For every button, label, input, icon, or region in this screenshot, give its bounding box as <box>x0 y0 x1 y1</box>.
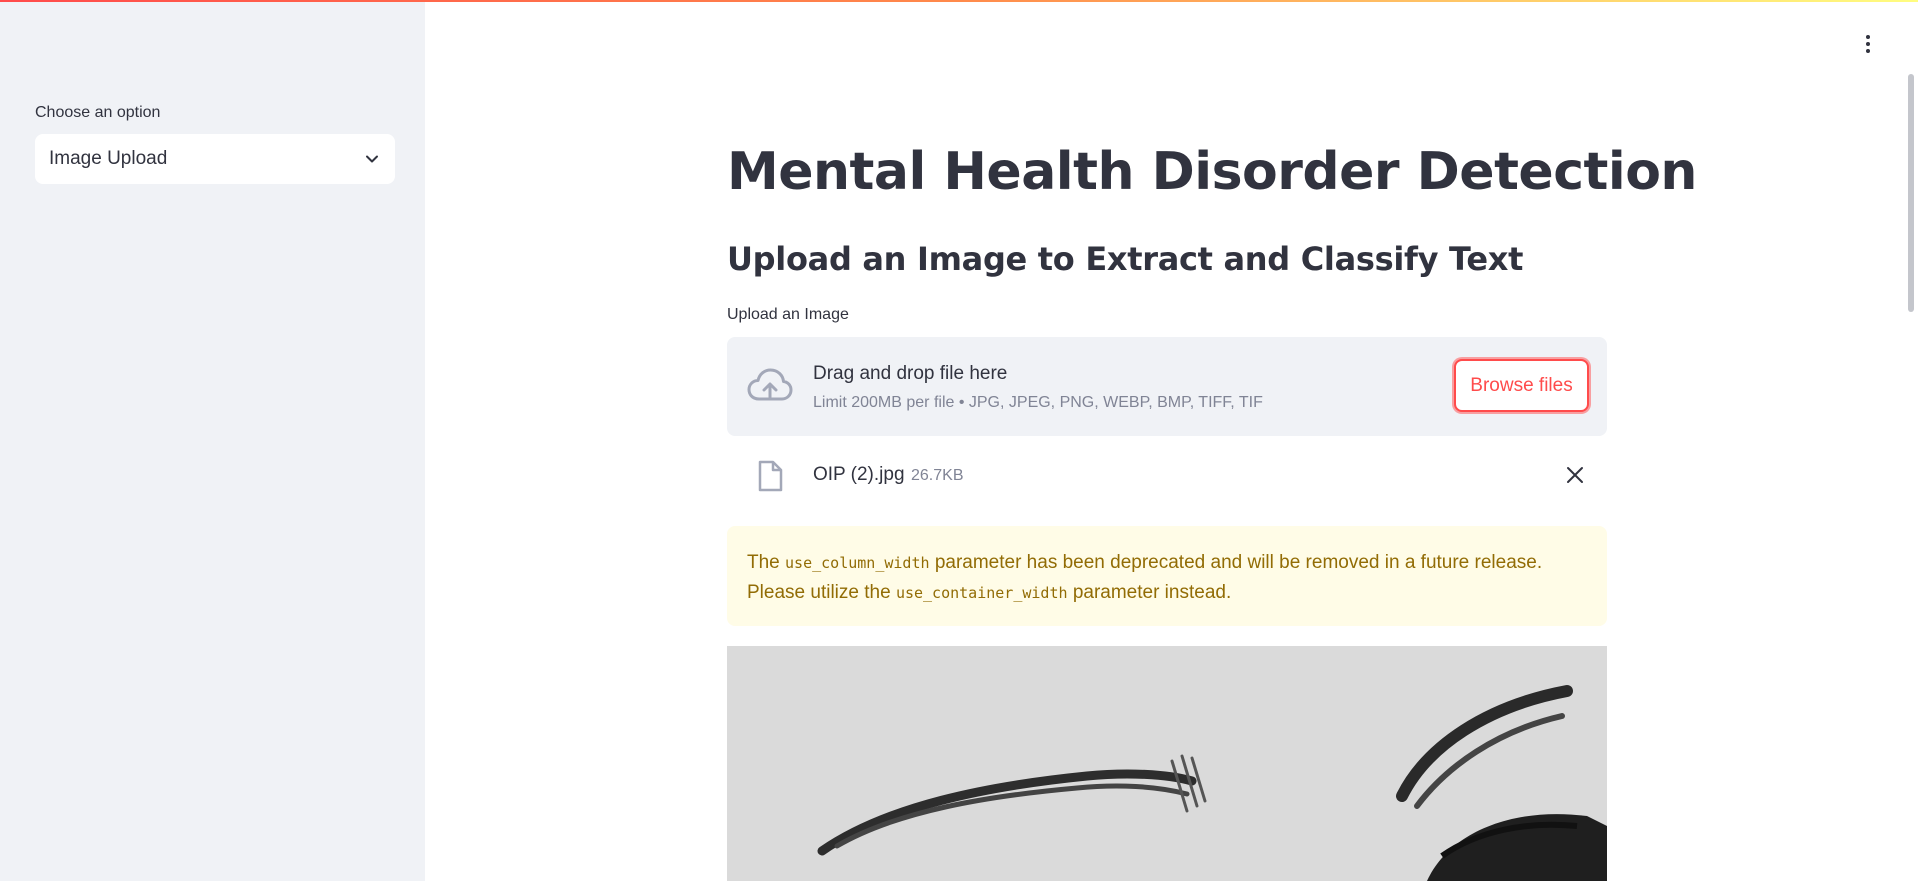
scrollbar[interactable] <box>1908 74 1914 312</box>
option-select[interactable]: Image Upload <box>35 134 395 184</box>
uploaded-image <box>727 646 1607 881</box>
close-icon[interactable] <box>1563 463 1587 487</box>
select-label: Choose an option <box>35 104 161 121</box>
kebab-menu-icon[interactable] <box>1856 30 1880 58</box>
sidebar: Choose an option Image Upload <box>0 0 425 881</box>
warning-code-1: use_column_width <box>785 554 930 572</box>
warning-text-3: parameter instead. <box>1072 582 1232 603</box>
file-icon <box>757 460 783 492</box>
warning-code-2: use_container_width <box>895 584 1068 602</box>
uploader-label: Upload an Image <box>727 306 849 323</box>
header-decoration-bar <box>0 0 1918 2</box>
dropzone-limit: Limit 200MB per file • JPG, JPEG, PNG, W… <box>813 394 1263 411</box>
select-value: Image Upload <box>49 148 168 169</box>
page-title: Mental Health Disorder Detection <box>727 142 1697 202</box>
warning-text-1: The <box>747 552 780 573</box>
dropzone-title: Drag and drop file here <box>813 363 1008 384</box>
browse-files-button[interactable]: Browse files <box>1454 359 1589 412</box>
cloud-upload-icon <box>747 367 793 407</box>
file-name: OIP (2).jpg <box>813 464 905 485</box>
deprecation-warning: The use_column_width parameter has been … <box>727 526 1607 626</box>
file-dropzone[interactable]: Drag and drop file here Limit 200MB per … <box>727 337 1607 436</box>
uploaded-file-row: OIP (2).jpg 26.7KB <box>727 452 1607 498</box>
page-subtitle: Upload an Image to Extract and Classify … <box>727 240 1524 278</box>
file-size: 26.7KB <box>911 467 964 484</box>
chevron-down-icon <box>363 150 381 168</box>
